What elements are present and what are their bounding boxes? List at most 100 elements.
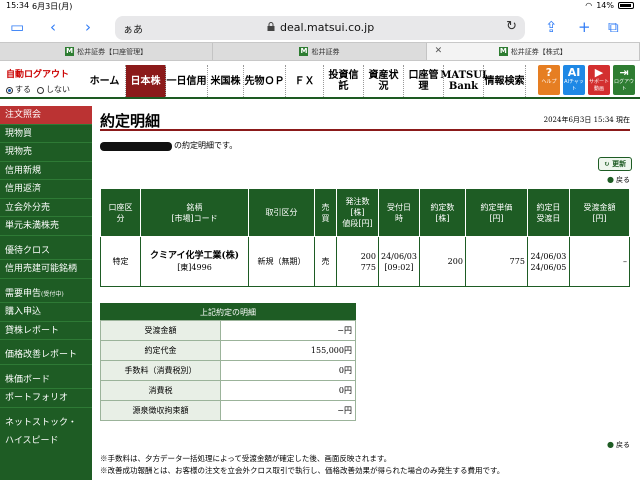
title-rule [100,129,630,131]
stock-name[interactable]: クミアイ化学工業(株) [143,251,246,262]
support-video-icon[interactable]: ▶ サポート動画 [588,65,610,95]
tab-stocks[interactable]: ✕ M 松井証券【株式】 [426,43,640,60]
battery-percent: 14% [596,1,614,10]
nav-info[interactable]: 情報検索 [484,65,526,97]
detail-value: −円 [220,400,356,421]
cell-qty-price: 200 775 [336,236,379,287]
main-content: 約定明細 2024年6月3日 15:34 現在 の約定明細です。 ↻ 更新 戻る… [92,99,640,480]
address-bar[interactable]: ぁあ deal.matsui.co.jp ↻ [115,16,525,40]
nav-fund[interactable]: 投資信託 [324,65,364,97]
radio-on-icon [6,86,13,94]
sidebar-item-odd-lot[interactable]: 単元未満株売 [0,217,92,236]
matsui-favicon: M [498,47,508,56]
nav-bank[interactable]: MATSUI Bank [440,65,487,97]
nav-fx[interactable]: ＦＸ [286,65,324,97]
order-table: 口座区分 銘柄 [市場]コード 取引区分 売買 発注数 [株] 値段[円] 受付日時 … [100,188,631,287]
header-icons: ? ヘルプ AI AIチャット ▶ サポート動画 ⇥ ログアウト [538,65,635,95]
lock-icon [267,22,275,31]
redacted-name [100,141,172,151]
message-text: の約定明細です。 [174,141,238,150]
note-1: ※手数料は、夕方データ一括処理によって受渡金額が確定した後、画面反映されます。 [100,454,392,463]
demand-note: (受付中) [41,290,64,298]
auto-logout: 自動ログアウト する しない [6,67,82,95]
status-right: ◠ 14% [585,1,634,10]
forward-icon[interactable]: › [85,18,91,36]
clock: 15:34 [6,1,30,10]
nav-day-margin[interactable]: 一日信用 [166,65,208,97]
cell-exec-price: 775 [464,236,528,287]
reader-button[interactable]: ぁあ [123,21,143,36]
close-tab-icon[interactable]: ✕ [435,46,443,56]
tab-matsui[interactable]: M 松井証券 [213,43,427,60]
note-2: ※改善成功報酬とは、お客様の注文を立会外クロス取引で執行し、価格改善効果が得られ… [100,466,505,475]
footnotes: ※手数料は、夕方データ一括処理によって受渡金額が確定した後、画面反映されます。 … [100,453,504,477]
detail-label: 受渡金額 [100,320,221,341]
sidebar-item-cash-buy[interactable]: 現物買 [0,125,92,143]
battery-icon [618,2,634,9]
ai-glyph: AI [567,66,581,79]
refresh-label: 更新 [612,159,627,168]
sidebar-item-portfolio[interactable]: ポートフォリオ [0,389,92,408]
order-price: 775 [360,262,376,272]
auto-logout-options: する しない [6,84,82,95]
auto-logout-off[interactable]: しない [37,84,70,95]
sidebar-item-netstock[interactable]: ネットストック・ [0,414,92,433]
nav-account[interactable]: 口座管理 [404,65,444,97]
sidebar-item-demand[interactable]: 需要申告(受付中) [0,285,92,303]
sidebar-item-cash-sell[interactable]: 現物売 [0,143,92,162]
refresh-button[interactable]: ↻ 更新 [598,157,632,171]
video-label: サポート動画 [588,79,609,92]
sidebar: 注文照会 現物買 現物売 信用新規 信用返済 立会外分売 単元未満株売 優待クロ… [0,106,92,480]
nav-assets[interactable]: 資産状況 [364,65,404,97]
ai-chat-icon[interactable]: AI AIチャット [563,65,585,95]
col-stock: 銘柄 [市場]コード [140,188,249,237]
received-date: 24/06/03 [381,251,417,261]
cell-settle: – [568,236,631,287]
sidebar-item-benefit-cross[interactable]: 優待クロス [0,242,92,260]
help-icon[interactable]: ? ヘルプ [538,65,560,95]
cell-received: 24/06/03 [09:02] [378,236,420,287]
back-link-top[interactable]: 戻る [607,175,630,185]
table-row: 消費税 0円 [100,380,356,401]
sidebar-item-price-improve[interactable]: 価格改善レポート [0,346,92,365]
site-header: 自動ログアウト する しない ホーム 日本株 一日信用 米国株 先物ＯＰ ＦＸ … [0,61,640,99]
tab-account[interactable]: M 松井証券【口座管理】 [0,43,214,60]
ios-status-bar: 15:34 6月3日(月) ◠ 14% [0,0,640,12]
sidebar-item-off-floor[interactable]: 立会外分売 [0,199,92,217]
page-title: 約定明細 [100,112,161,130]
ai-label: AIチャット [564,79,584,92]
sidebar-item-short-list[interactable]: 信用売建可能銘柄 [0,260,92,279]
nav-futures[interactable]: 先物ＯＰ [244,65,286,97]
sidebar-item-order-inquiry[interactable]: 注文照会 [0,106,92,125]
col-received: 受付日時 [378,188,420,237]
nav-jp-stock[interactable]: 日本株 [126,65,166,97]
col-side: 売買 [314,188,337,237]
nav-us-stock[interactable]: 米国株 [208,65,244,97]
new-tab-icon[interactable]: + [578,18,591,36]
sidebar-item-board[interactable]: 株価ボード [0,371,92,389]
sidebar-item-highspeed[interactable]: ハイスピード [0,432,92,451]
detail-table: 上記約定の明細 受渡金額 −円 約定代金 155,000円 手数料（消費税別） 0円 … [100,303,356,421]
sidebar-item-margin-new[interactable]: 信用新規 [0,162,92,180]
sidebar-item-purchase[interactable]: 購入申込 [0,303,92,322]
sidebar-item-lending[interactable]: 貸株レポート [0,322,92,340]
cell-account: 特定 [100,236,141,287]
exec-date: 24/06/03 [530,251,567,261]
back-icon[interactable]: ‹ [50,18,56,36]
nav-home[interactable]: ホーム [84,65,126,97]
auto-logout-on[interactable]: する [6,84,31,95]
back-link-bottom[interactable]: 戻る [607,440,630,450]
logout-icon[interactable]: ⇥ ログアウト [613,65,635,95]
reload-icon[interactable]: ↻ [506,19,517,34]
sidebar-item-margin-close[interactable]: 信用返済 [0,180,92,199]
browser-toolbar: ▭ ‹ › ぁあ deal.matsui.co.jp ↻ ⇪ + ⧉ [0,12,640,42]
cell-trade-type: 新規（無期） [248,236,315,287]
sidebar-icon[interactable]: ▭ [10,18,24,36]
off-label: しない [46,85,70,94]
cell-stock: クミアイ化学工業(株) [東]4996 [140,236,249,287]
detail-label: 約定代金 [100,340,221,361]
message: の約定明細です。 [100,140,237,151]
timestamp: 2024年6月3日 15:34 現在 [543,116,630,124]
share-icon[interactable]: ⇪ [545,18,558,36]
tabs-overview-icon[interactable]: ⧉ [608,18,619,36]
